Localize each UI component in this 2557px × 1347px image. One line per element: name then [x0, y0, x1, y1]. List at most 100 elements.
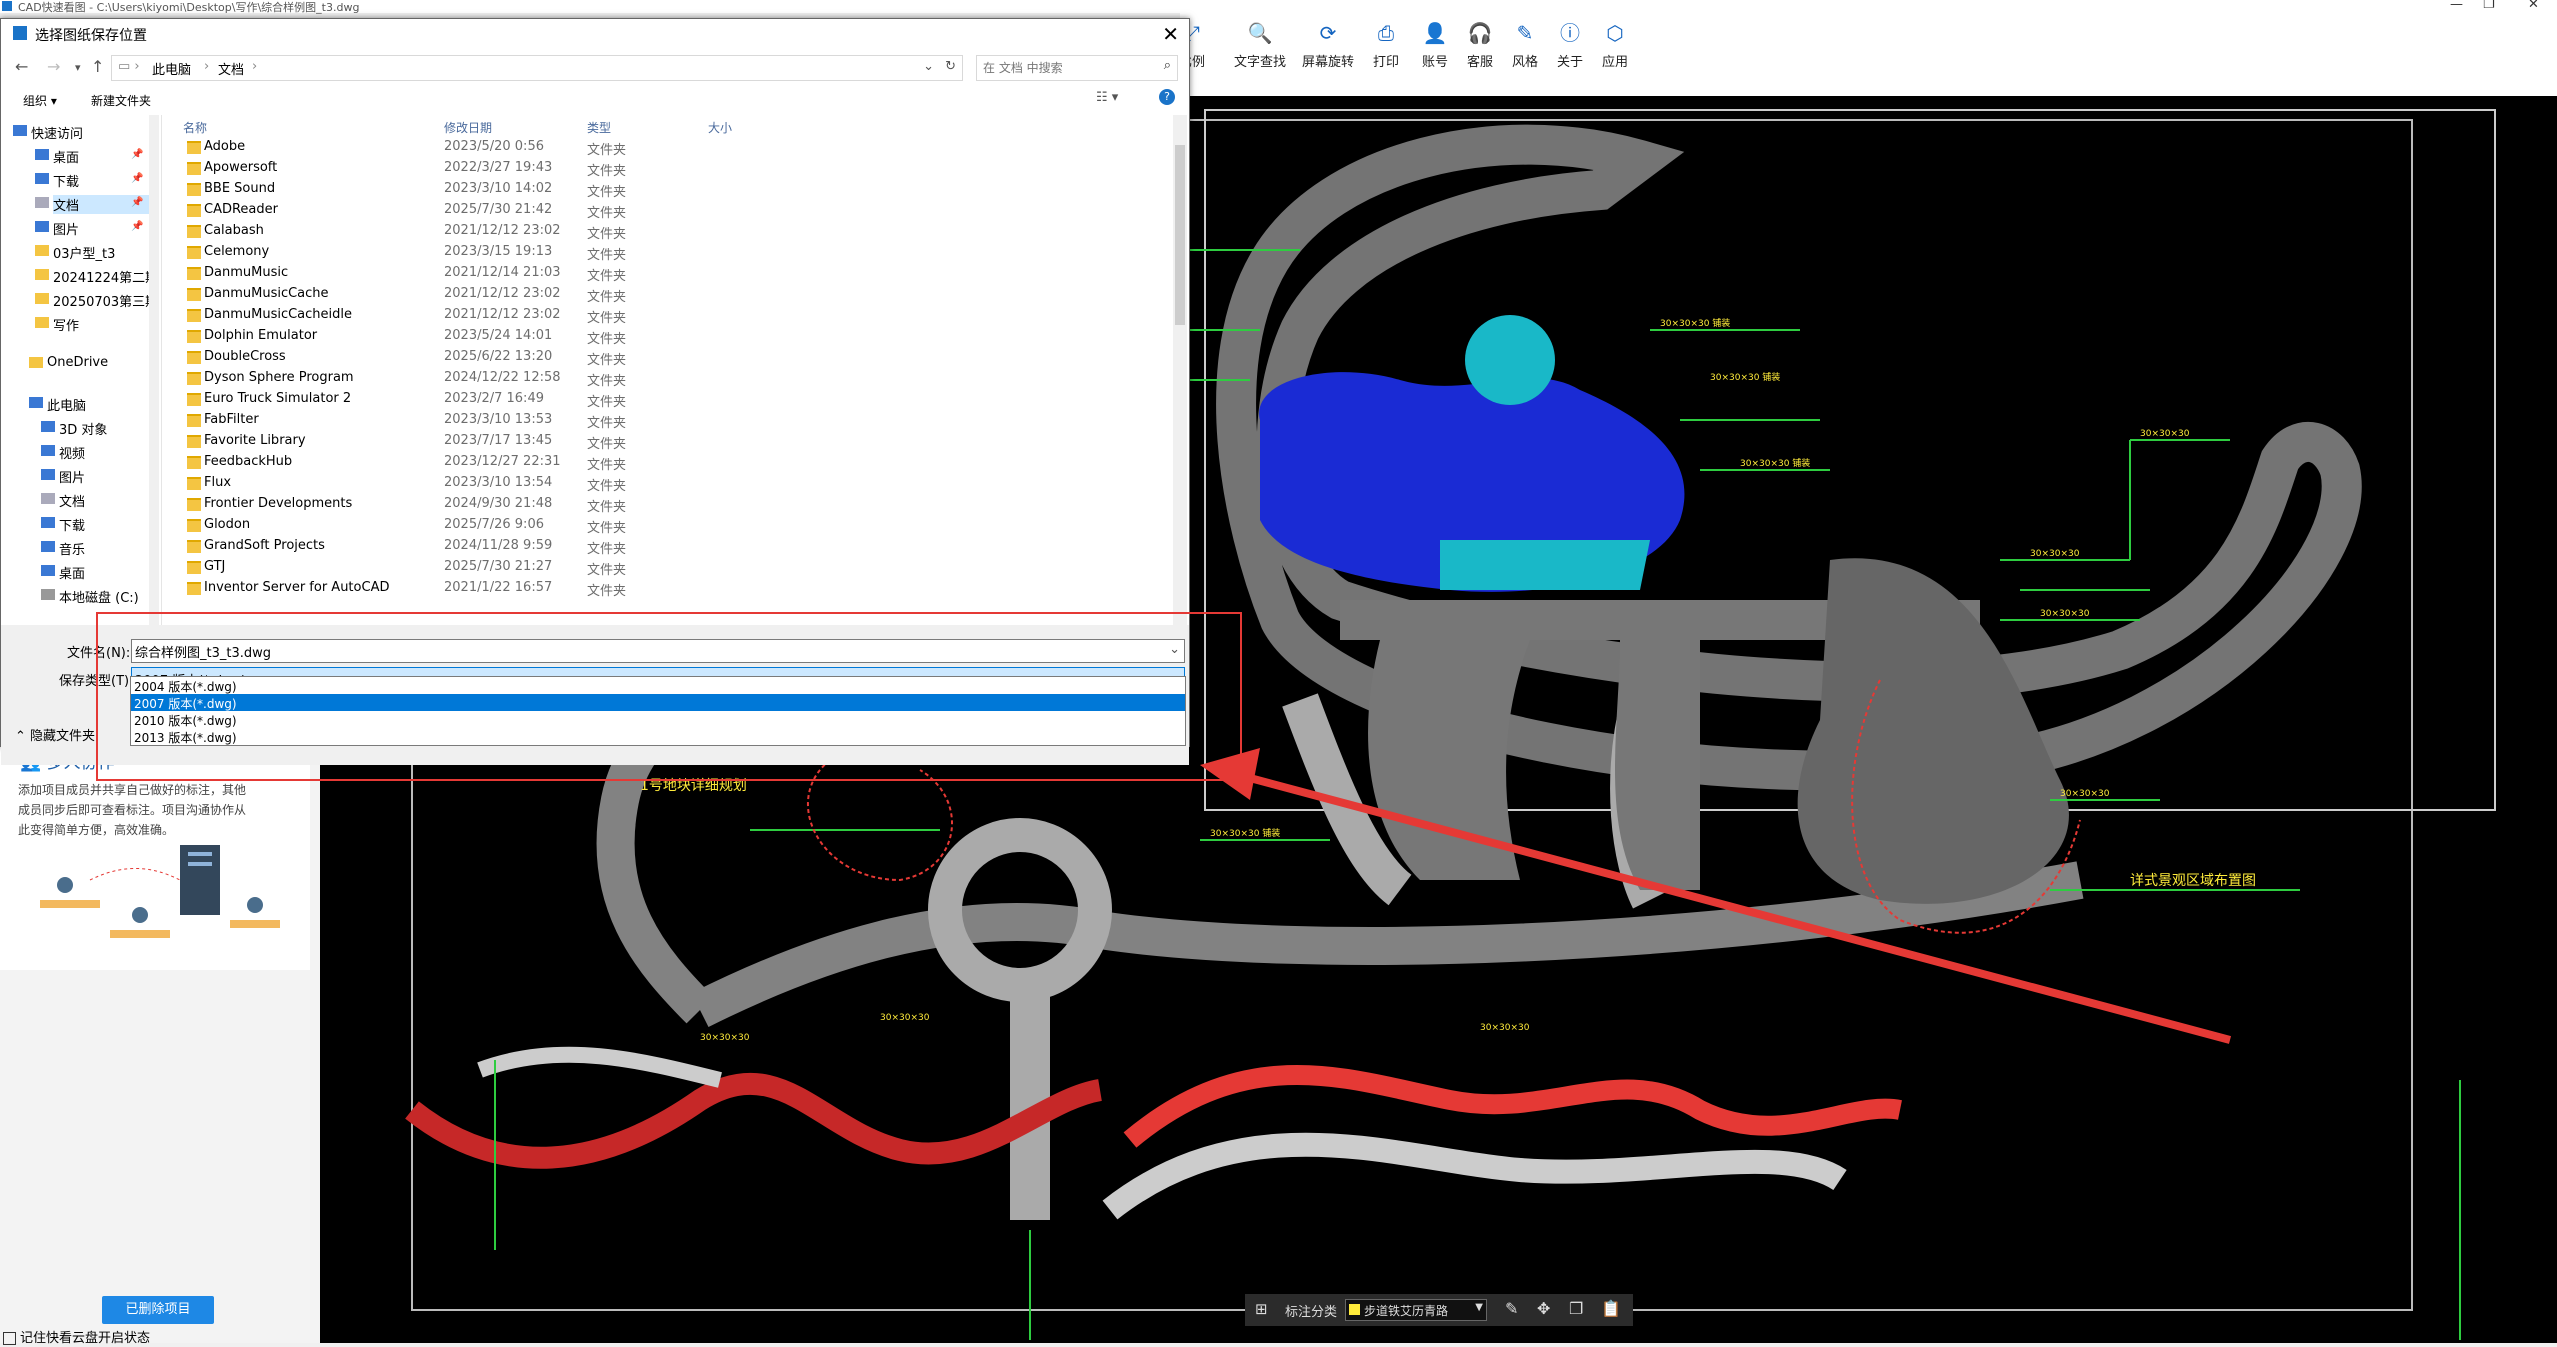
nav-item-downloads[interactable]: 下载 [35, 171, 79, 190]
file-name: Calabash [204, 223, 264, 238]
copy-icon[interactable]: ❐ [1569, 1299, 1583, 1318]
deleted-projects-button[interactable]: 已删除项目 [102, 1296, 214, 1324]
file-name: Dyson Sphere Program [204, 370, 354, 385]
file-row[interactable]: CADReader 2025/7/30 21:42 文件夹 [171, 200, 1171, 221]
ribbon-apps-button[interactable]: ⬡ 应用 [1585, 21, 1645, 70]
nav-item-local-disk[interactable]: 本地磁盘 (C:) [41, 587, 139, 606]
folder-icon [187, 162, 201, 175]
file-row[interactable]: GTJ 2025/7/30 21:27 文件夹 [171, 557, 1171, 578]
breadcrumb-documents[interactable]: 文档 [218, 59, 244, 78]
file-row[interactable]: DanmuMusicCacheidle 2021/12/12 23:02 文件夹 [171, 305, 1171, 326]
move-icon[interactable]: ✥ [1537, 1299, 1550, 1318]
info-icon: ⓘ [1560, 21, 1580, 45]
folder-icon [187, 393, 201, 406]
scrollbar-thumb[interactable] [1175, 145, 1185, 325]
organize-button[interactable]: 组织 ▾ [23, 92, 57, 109]
svg-text:30×30×30: 30×30×30 [880, 1013, 930, 1023]
nav-item-downloads-pc[interactable]: 下载 [41, 515, 85, 534]
col-header-type[interactable]: 类型 [587, 119, 611, 136]
file-row[interactable]: Favorite Library 2023/7/17 13:45 文件夹 [171, 431, 1171, 452]
nav-item-folder[interactable]: 写作 [35, 315, 79, 334]
nav-item-this-pc[interactable]: 此电脑 [29, 395, 86, 414]
back-icon[interactable]: ← [15, 57, 28, 76]
nav-item-onedrive[interactable]: OneDrive [29, 355, 108, 370]
file-row[interactable]: GrandSoft Projects 2024/11/28 9:59 文件夹 [171, 536, 1171, 557]
remember-cloud-checkbox[interactable]: 记住快看云盘开启状态 [3, 1327, 150, 1346]
nav-item-videos[interactable]: 视频 [41, 443, 85, 462]
file-row[interactable]: DanmuMusicCache 2021/12/12 23:02 文件夹 [171, 284, 1171, 305]
col-header-size[interactable]: 大小 [708, 119, 732, 136]
chevron-up-icon: ⌃ [15, 729, 31, 744]
up-icon[interactable]: ↑ [91, 57, 104, 76]
file-row[interactable]: Inventor Server for AutoCAD 2021/1/22 16:… [171, 578, 1171, 599]
file-row[interactable]: Adobe 2023/5/20 0:56 文件夹 [171, 137, 1171, 158]
nav-scrollbar[interactable] [149, 115, 159, 625]
paste-icon[interactable]: 📋 [1601, 1299, 1621, 1318]
refresh-icon[interactable]: ↻ [945, 59, 956, 74]
col-header-name[interactable]: 名称 [183, 119, 207, 136]
file-type: 文件夹 [587, 395, 627, 410]
help-icon[interactable]: ? [1159, 89, 1175, 105]
file-list-scrollbar[interactable] [1173, 115, 1187, 625]
file-row[interactable]: DanmuMusic 2021/12/14 21:03 文件夹 [171, 263, 1171, 284]
file-row[interactable]: Dolphin Emulator 2023/5/24 14:01 文件夹 [171, 326, 1171, 347]
file-type: 文件夹 [587, 311, 627, 326]
nav-item-desktop[interactable]: 桌面 [35, 147, 79, 166]
nav-item-documents-pc[interactable]: 文档 [41, 491, 85, 510]
maximize-button[interactable]: ❐ [2483, 0, 2495, 12]
folder-icon [35, 269, 49, 280]
col-header-date[interactable]: 修改日期 [444, 119, 492, 136]
view-options-icon[interactable]: ☷ ▾ [1096, 90, 1118, 105]
forward-icon[interactable]: → [47, 57, 60, 76]
file-name: Apowersoft [204, 160, 278, 175]
file-row[interactable]: DoubleCross 2025/6/22 13:20 文件夹 [171, 347, 1171, 368]
file-type: 文件夹 [587, 143, 627, 158]
nav-item-pictures[interactable]: 图片 [35, 219, 79, 238]
grid-icon[interactable]: ⊞ [1255, 1300, 1268, 1318]
nav-item-pictures-pc[interactable]: 图片 [41, 467, 85, 486]
nav-item-desktop-pc[interactable]: 桌面 [41, 563, 85, 582]
rotate-icon: ⟳ [1319, 21, 1337, 45]
breadcrumb-pc[interactable]: 此电脑 [152, 59, 191, 78]
file-row[interactable]: Apowersoft 2022/3/27 19:43 文件夹 [171, 158, 1171, 179]
file-row[interactable]: FeedbackHub 2023/12/27 22:31 文件夹 [171, 452, 1171, 473]
app-titlebar: CAD快速看图 - C:\Users\kiyomi\Desktop\写作\综合样… [0, 0, 2557, 14]
nav-item-folder[interactable]: 20241224第二期 [35, 267, 158, 286]
address-dropdown-icon[interactable]: ⌄ [923, 59, 934, 74]
file-row[interactable]: Calabash 2021/12/12 23:02 文件夹 [171, 221, 1171, 242]
search-input[interactable]: 在 文档 中搜索 ⌕ [976, 55, 1178, 81]
nav-item-music[interactable]: 音乐 [41, 539, 85, 558]
dialog-close-button[interactable]: ✕ [1162, 22, 1179, 46]
file-row[interactable]: Glodon 2025/7/26 9:06 文件夹 [171, 515, 1171, 536]
dialog-toolbar: 组织 ▾ 新建文件夹 ☷ ▾ ? [1, 85, 1189, 115]
nav-item-folder[interactable]: 20250703第三期 [35, 291, 158, 310]
address-box[interactable]: ▭ › 此电脑 › 文档 › ⌄ ↻ [111, 55, 963, 81]
print-icon: ⎙ [1378, 21, 1394, 45]
file-row[interactable]: Celemony 2023/3/15 19:13 文件夹 [171, 242, 1171, 263]
nav-item-3d[interactable]: 3D 对象 [41, 419, 107, 438]
ribbon-text-search-button[interactable]: 🔍 文字查找 [1230, 21, 1290, 70]
hide-folders-toggle[interactable]: ⌃ 隐藏文件夹 [15, 725, 95, 744]
picture-icon [41, 469, 55, 480]
file-date: 2023/3/15 19:13 [444, 244, 553, 259]
file-row[interactable]: BBE Sound 2023/3/10 14:02 文件夹 [171, 179, 1171, 200]
history-chevron-icon[interactable]: ▾ [75, 61, 81, 74]
file-row[interactable]: FabFilter 2023/3/10 13:53 文件夹 [171, 410, 1171, 431]
folder-icon [35, 245, 49, 256]
ribbon-rotate-button[interactable]: ⟳ 屏幕旋转 [1298, 21, 1358, 70]
file-date: 2025/7/26 9:06 [444, 517, 544, 532]
layer-select[interactable]: 步道铁艾历青路 ▼ [1345, 1299, 1487, 1321]
close-window-button[interactable]: ✕ [2528, 0, 2539, 12]
file-date: 2024/11/28 9:59 [444, 538, 553, 553]
file-row[interactable]: Flux 2023/3/10 13:54 文件夹 [171, 473, 1171, 494]
checkbox-icon[interactable] [3, 1332, 16, 1345]
minimize-button[interactable]: — [2450, 0, 2463, 12]
nav-item-quick-access[interactable]: 快速访问 [13, 123, 83, 142]
new-folder-button[interactable]: 新建文件夹 [91, 92, 151, 109]
file-row[interactable]: Euro Truck Simulator 2 2023/2/7 16:49 文件夹 [171, 389, 1171, 410]
edit-icon[interactable]: ✎ [1505, 1299, 1518, 1318]
file-list: 名称 修改日期 类型 大小 Adobe 2023/5/20 0:56 文件夹 Apow… [171, 115, 1171, 625]
nav-item-folder[interactable]: 03户型_t3 [35, 243, 115, 262]
file-row[interactable]: Dyson Sphere Program 2024/12/22 12:58 文件夹 [171, 368, 1171, 389]
file-row[interactable]: Frontier Developments 2024/9/30 21:48 文件夹 [171, 494, 1171, 515]
